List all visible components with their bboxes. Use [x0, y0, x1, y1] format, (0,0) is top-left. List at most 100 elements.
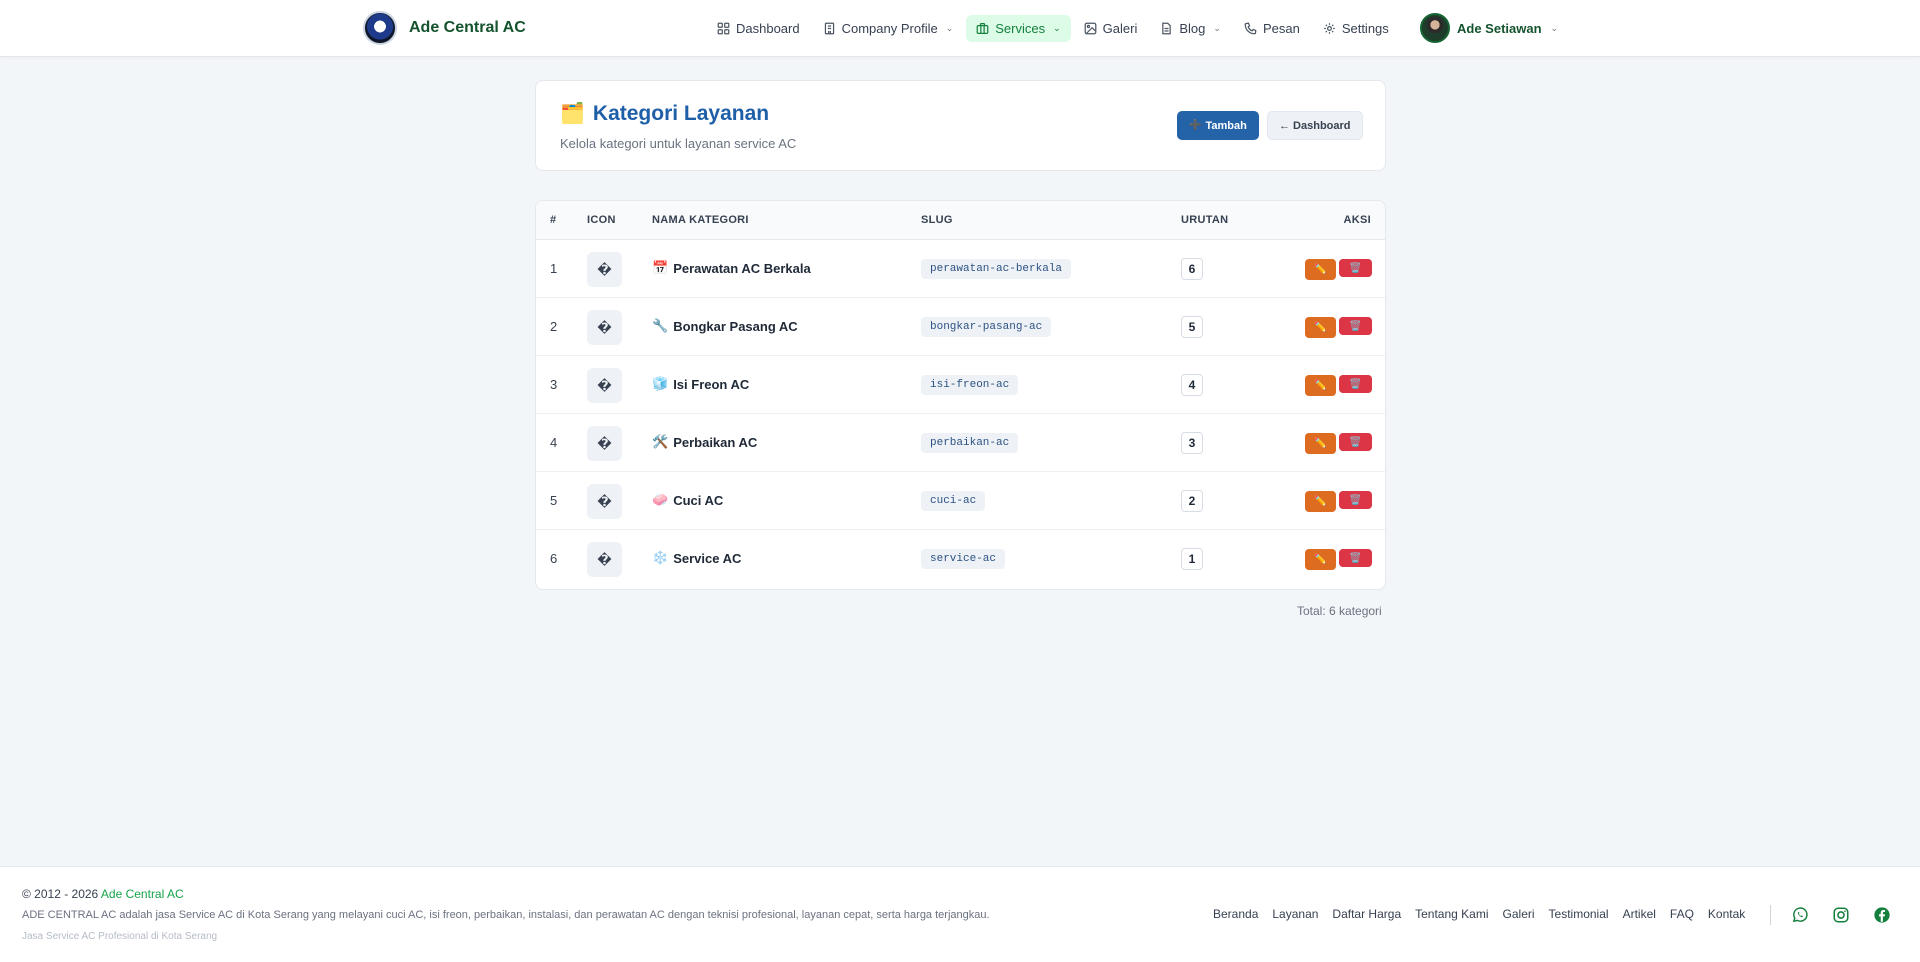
- nav-dashboard[interactable]: Dashboard: [707, 15, 810, 42]
- nav-settings[interactable]: Settings: [1313, 15, 1399, 42]
- col-order: URUTAN: [1181, 214, 1229, 226]
- category-order: 2: [1181, 490, 1203, 512]
- briefcase-icon: [976, 22, 989, 35]
- nav-blog[interactable]: Blog ⌄: [1150, 15, 1231, 42]
- footer-link-layanan[interactable]: Layanan: [1272, 907, 1318, 921]
- nav-label: Settings: [1341, 21, 1389, 36]
- nav-label: Galeri: [1102, 21, 1138, 36]
- category-icon: �: [587, 484, 622, 519]
- chevron-down-icon: ⌄: [1213, 23, 1221, 33]
- nav-pesan[interactable]: Pesan: [1234, 15, 1310, 42]
- category-slug: perawatan-ac-berkala: [921, 259, 1072, 279]
- footer-link-galeri[interactable]: Galeri: [1503, 907, 1535, 921]
- category-name-text: Perawatan AC Berkala: [673, 260, 811, 276]
- chevron-down-icon: ⌄: [1053, 23, 1061, 33]
- category-slug: cuci-ac: [921, 491, 986, 511]
- nav-label: Dashboard: [736, 21, 800, 36]
- nav-galeri[interactable]: Galeri: [1074, 15, 1148, 42]
- footer-link-beranda[interactable]: Beranda: [1213, 907, 1258, 921]
- nav-services[interactable]: Services ⌄: [966, 15, 1071, 42]
- category-name: 🧊 Isi Freon AC: [652, 376, 749, 392]
- category-slug: bongkar-pasang-ac: [921, 317, 1052, 337]
- category-name: 🛠️ Perbaikan AC: [652, 434, 757, 450]
- footer-link-faq[interactable]: FAQ: [1670, 907, 1694, 921]
- edit-button[interactable]: ✏️: [1305, 317, 1336, 338]
- top-navbar: Ade Central AC Dashboard Company Profile…: [0, 0, 1920, 57]
- page-subtitle: Kelola kategori untuk layanan service AC: [560, 136, 797, 151]
- edit-button[interactable]: ✏️: [1305, 433, 1336, 454]
- copyright-years: © 2012 - 2026: [22, 887, 99, 901]
- nav-label: Services: [995, 21, 1046, 36]
- nav-label: Blog: [1179, 21, 1206, 36]
- footer-link-testimonial[interactable]: Testimonial: [1549, 907, 1609, 921]
- delete-button[interactable]: 🗑️: [1339, 433, 1372, 451]
- table-row: 4 � 🛠️ Perbaikan AC perbaikan-ac 3 ✏️ 🗑️: [536, 414, 1385, 472]
- category-slug: service-ac: [921, 549, 1006, 569]
- col-icon: ICON: [587, 214, 616, 226]
- ice-cube-icon: 🧊: [652, 376, 669, 391]
- row-number: 4: [550, 435, 558, 450]
- edit-button[interactable]: ✏️: [1305, 259, 1336, 280]
- footer-link-artikel[interactable]: Artikel: [1623, 907, 1656, 921]
- category-name: 📅 Perawatan AC Berkala: [652, 260, 811, 276]
- col-action: AKSI: [1343, 214, 1371, 226]
- total-count: Total: 6 kategori: [1297, 604, 1382, 618]
- page-title: 🗂️ Kategori Layanan: [560, 101, 769, 126]
- row-number: 6: [550, 551, 558, 566]
- whatsapp-icon[interactable]: [1790, 905, 1810, 925]
- footer-link-tentang-kami[interactable]: Tentang Kami: [1415, 907, 1488, 921]
- footer-link-daftar-harga[interactable]: Daftar Harga: [1332, 907, 1401, 921]
- facebook-icon[interactable]: [1872, 905, 1892, 925]
- delete-button[interactable]: 🗑️: [1339, 491, 1372, 509]
- delete-button[interactable]: 🗑️: [1339, 259, 1372, 277]
- instagram-icon[interactable]: [1831, 905, 1851, 925]
- snowflake-icon: ❄️: [652, 550, 669, 565]
- edit-button[interactable]: ✏️: [1305, 375, 1336, 396]
- footer-divider: [1770, 905, 1771, 925]
- brand-logo: [363, 11, 397, 45]
- footer-description: ADE CENTRAL AC adalah jasa Service AC di…: [22, 909, 990, 921]
- footer-brand-link[interactable]: Ade Central AC: [101, 887, 184, 901]
- row-number: 1: [550, 261, 558, 276]
- phone-icon: [1244, 22, 1257, 35]
- category-name-text: Perbaikan AC: [673, 434, 758, 450]
- category-order: 6: [1181, 258, 1203, 280]
- delete-button[interactable]: 🗑️: [1339, 549, 1372, 567]
- delete-button[interactable]: 🗑️: [1339, 317, 1372, 335]
- add-button-label: Tambah: [1205, 119, 1247, 132]
- footer-links: Beranda Layanan Daftar Harga Tentang Kam…: [1213, 907, 1759, 921]
- plus-icon: ➕: [1189, 120, 1202, 131]
- col-no: #: [550, 214, 557, 226]
- category-name: 🔧 Bongkar Pasang AC: [652, 318, 798, 334]
- category-icon: �: [587, 368, 622, 403]
- building-icon: [823, 22, 836, 35]
- footer-link-kontak[interactable]: Kontak: [1708, 907, 1745, 921]
- edit-button[interactable]: ✏️: [1305, 549, 1336, 570]
- chevron-down-icon: ⌄: [1550, 22, 1559, 33]
- nav-company-profile[interactable]: Company Profile ⌄: [813, 15, 964, 42]
- category-icon: �: [587, 426, 622, 461]
- category-name-text: Service AC: [673, 550, 742, 566]
- add-category-button[interactable]: ➕ Tambah: [1177, 111, 1259, 140]
- user-menu[interactable]: Ade Setiawan ⌄: [1420, 13, 1558, 43]
- table-row: 6 � ❄️ Service AC service-ac 1 ✏️ 🗑️: [536, 530, 1385, 588]
- edit-button[interactable]: ✏️: [1305, 491, 1336, 512]
- copyright: © 2012 - 2026 Ade Central AC: [22, 887, 184, 901]
- row-number: 5: [550, 493, 558, 508]
- category-table: # ICON NAMA KATEGORI SLUG URUTAN AKSI 1 …: [535, 200, 1386, 590]
- nav-label: Company Profile: [841, 21, 938, 36]
- soap-icon: 🧼: [652, 492, 669, 507]
- row-number: 2: [550, 319, 558, 334]
- tools-icon: 🛠️: [652, 434, 669, 449]
- chevron-down-icon: ⌄: [945, 23, 954, 33]
- back-dashboard-button[interactable]: ← Dashboard: [1267, 111, 1363, 140]
- col-name: NAMA KATEGORI: [652, 214, 749, 226]
- footer: © 2012 - 2026 Ade Central AC ADE CENTRAL…: [0, 866, 1920, 962]
- delete-button[interactable]: 🗑️: [1339, 375, 1372, 393]
- page-header-card: 🗂️ Kategori Layanan Kelola kategori untu…: [535, 80, 1386, 171]
- avatar: [1420, 13, 1450, 43]
- main-nav: Dashboard Company Profile ⌄ Services ⌄ G…: [707, 15, 1402, 42]
- document-icon: [1160, 22, 1173, 35]
- brand[interactable]: Ade Central AC: [363, 11, 526, 45]
- category-icon: �: [587, 310, 622, 345]
